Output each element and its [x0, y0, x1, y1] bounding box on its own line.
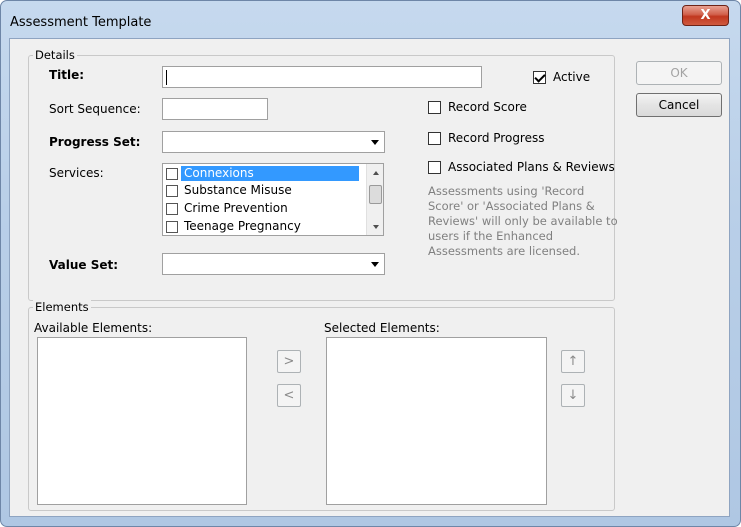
services-list[interactable]: Connexions Substance Misuse Crime Preven…: [162, 163, 384, 236]
move-down-button[interactable]: ↓: [561, 384, 585, 407]
service-check-icon[interactable]: [166, 167, 178, 180]
available-elements-list[interactable]: [37, 337, 247, 505]
service-check-icon[interactable]: [166, 184, 178, 197]
selected-elements-label: Selected Elements:: [324, 321, 440, 335]
chevron-right-icon: >: [283, 354, 295, 369]
record-score-label: Record Score: [448, 100, 527, 114]
title-label: Title:: [49, 68, 85, 82]
record-score-check-icon[interactable]: [428, 100, 441, 114]
record-progress-label: Record Progress: [448, 131, 545, 145]
service-item-label: Connexions: [181, 166, 359, 181]
service-item-label: Crime Prevention: [184, 201, 288, 215]
licensing-note: Assessments using 'Record Score' or 'Ass…: [428, 184, 624, 259]
available-elements-label: Available Elements:: [34, 321, 153, 335]
arrow-down-icon: ↓: [567, 388, 579, 403]
value-set-label: Value Set:: [49, 258, 119, 272]
arrow-up-icon: ↑: [567, 354, 579, 369]
dialog-window: Assessment Template X Details Title: Act…: [0, 0, 741, 527]
dialog-client-area: Details Title: Active Sort Sequence: Rec…: [9, 38, 730, 517]
text-caret: [166, 70, 167, 85]
selected-elements-list[interactable]: [326, 337, 547, 505]
close-icon: X: [700, 8, 711, 23]
active-check-icon[interactable]: [533, 70, 546, 84]
progress-set-label: Progress Set:: [49, 135, 141, 149]
service-item[interactable]: Teenage Pregnancy: [166, 218, 361, 235]
service-check-icon[interactable]: [166, 202, 178, 215]
services-scrollbar[interactable]: [366, 164, 383, 235]
service-item[interactable]: Substance Misuse: [166, 182, 361, 199]
scroll-up-icon[interactable]: [367, 164, 384, 181]
chevron-down-icon[interactable]: [366, 255, 383, 273]
scroll-thumb[interactable]: [369, 185, 382, 204]
elements-legend: Elements: [33, 300, 91, 314]
service-item[interactable]: Connexions: [166, 165, 361, 182]
note-line: Assessments are licensed.: [428, 244, 580, 258]
note-line: users if the Enhanced: [428, 229, 554, 243]
service-check-icon[interactable]: [166, 220, 178, 233]
chevron-left-icon: <: [283, 388, 295, 403]
title-input[interactable]: [162, 66, 482, 88]
move-up-button[interactable]: ↑: [561, 350, 585, 373]
associated-plans-check-icon[interactable]: [428, 160, 441, 174]
sort-sequence-input[interactable]: [162, 98, 268, 120]
service-item[interactable]: Crime Prevention: [166, 200, 361, 217]
window-title: Assessment Template: [10, 15, 152, 30]
note-line: Reviews' will only be available to: [428, 214, 618, 228]
services-label: Services:: [49, 166, 104, 180]
note-line: Assessments using 'Record: [428, 184, 585, 198]
scroll-down-icon[interactable]: [367, 218, 384, 235]
record-progress-check-icon[interactable]: [428, 131, 441, 145]
value-set-dropdown[interactable]: [162, 253, 385, 275]
associated-plans-checkbox[interactable]: Associated Plans & Reviews: [428, 160, 615, 174]
service-item-label: Substance Misuse: [184, 183, 292, 197]
sort-sequence-field[interactable]: [163, 99, 267, 119]
chevron-down-icon[interactable]: [366, 133, 383, 151]
title-input-field[interactable]: [163, 67, 481, 87]
cancel-button[interactable]: Cancel: [636, 93, 722, 117]
associated-plans-label: Associated Plans & Reviews: [448, 160, 615, 174]
progress-set-dropdown[interactable]: [162, 131, 385, 153]
record-score-checkbox[interactable]: Record Score: [428, 100, 527, 114]
record-progress-checkbox[interactable]: Record Progress: [428, 131, 545, 145]
service-item-label: Teenage Pregnancy: [184, 219, 301, 233]
note-line: Score' or 'Associated Plans &: [428, 199, 595, 213]
remove-element-button[interactable]: <: [277, 384, 301, 407]
active-checkbox[interactable]: Active: [533, 70, 590, 84]
ok-button[interactable]: OK: [636, 61, 722, 85]
details-legend: Details: [33, 48, 77, 62]
close-button[interactable]: X: [682, 5, 729, 26]
add-element-button[interactable]: >: [277, 350, 301, 373]
active-label: Active: [553, 70, 591, 84]
sort-sequence-label: Sort Sequence:: [49, 102, 141, 116]
